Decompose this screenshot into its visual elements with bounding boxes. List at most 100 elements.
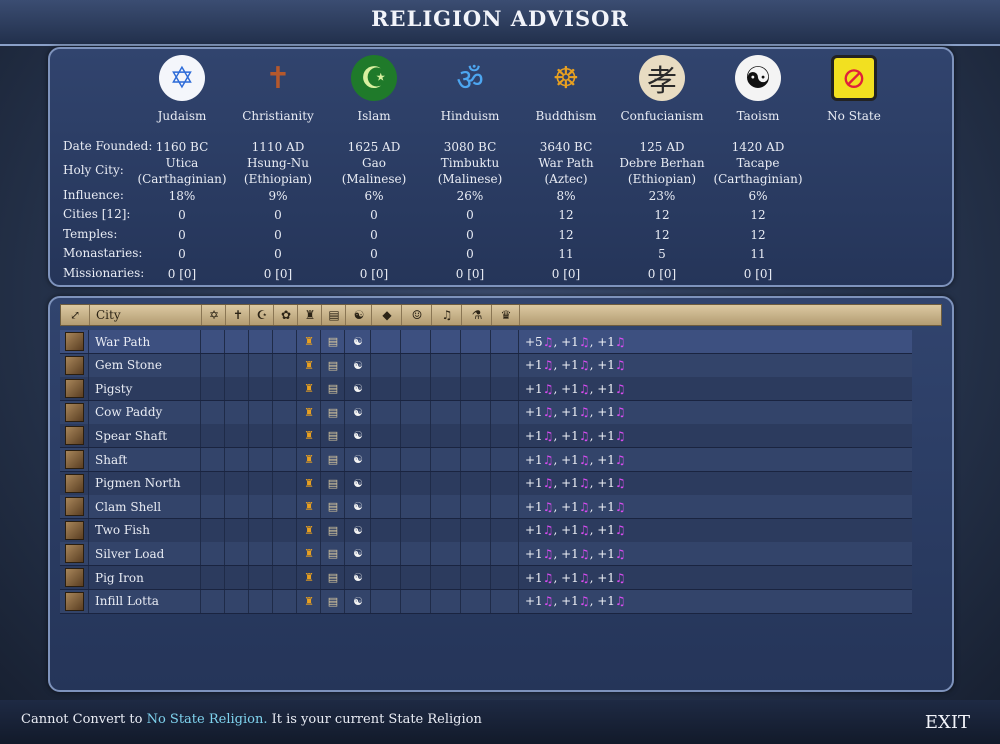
- religion-date-value: 3080 BC: [443, 140, 497, 154]
- confucianism-icon-header[interactable]: ▤: [321, 305, 346, 325]
- music-note-icon: ♫: [614, 452, 626, 467]
- city-name[interactable]: Silver Load: [88, 542, 201, 566]
- sort-icon-header[interactable]: ⤢: [61, 305, 89, 325]
- city-portrait-icon: [64, 426, 84, 446]
- footer-bar: Cannot Convert to No State Religion. It …: [0, 700, 1000, 744]
- empty-cell: [200, 518, 225, 542]
- no-state-icon[interactable]: ⊘: [831, 55, 877, 101]
- empty-cell: [248, 471, 273, 495]
- table-row[interactable]: Pig Iron ♜ ▤ ☯ +1 ♫, +1 ♫, +1 ♫: [60, 566, 912, 590]
- religion-name: Buddhism: [535, 109, 597, 123]
- city-name[interactable]: Clam Shell: [88, 495, 201, 519]
- music-note-icon: ♫: [578, 381, 590, 396]
- table-row[interactable]: Infill Lotta ♜ ▤ ☯ +1 ♫, +1 ♫, +1 ♫: [60, 589, 912, 614]
- empty-cell: [400, 495, 431, 519]
- culture-icon-header[interactable]: ◆: [371, 305, 402, 325]
- taoism-icon-header[interactable]: ☯: [345, 305, 372, 325]
- city-name[interactable]: Pig Iron: [88, 566, 201, 589]
- religion-column-6[interactable]: ☯ Taoism: [710, 55, 806, 123]
- table-row[interactable]: Clam Shell ♜ ▤ ☯ +1 ♫, +1 ♫, +1 ♫: [60, 495, 912, 520]
- city-name[interactable]: Shaft: [88, 448, 201, 471]
- city-name[interactable]: Gem Stone: [88, 353, 201, 377]
- cross-icon[interactable]: ✝: [255, 55, 301, 101]
- yin-yang-icon[interactable]: ☯: [735, 55, 781, 101]
- om-icon[interactable]: ॐ: [447, 55, 493, 101]
- taoism-building-icon: ☯: [344, 330, 371, 353]
- label-cities: Cities [12]:: [63, 207, 131, 221]
- empty-cell: [400, 589, 431, 613]
- empty-cell: [460, 518, 491, 542]
- islam-icon-header[interactable]: ☪: [249, 305, 274, 325]
- exit-button[interactable]: EXIT: [925, 712, 970, 733]
- gold-icon-header[interactable]: ♛: [491, 305, 520, 325]
- religion-temples-value: 0: [370, 228, 378, 242]
- religion-column-4[interactable]: ☸ Buddhism: [518, 55, 614, 124]
- star-of-david-icon[interactable]: ✡: [159, 55, 205, 101]
- music-note-icon: ♫: [614, 570, 626, 585]
- religion-effects: +1 ♫, +1 ♫, +1 ♫: [518, 518, 919, 542]
- empty-cell: [370, 377, 401, 401]
- religion-holy2-value: (Carthaginian): [137, 172, 227, 186]
- table-row[interactable]: Pigmen North ♜ ▤ ☯ +1 ♫, +1 ♫, +1 ♫: [60, 471, 912, 496]
- christianity-icon-header[interactable]: ✝: [225, 305, 250, 325]
- religion-name: Judaism: [157, 109, 207, 123]
- empty-cell: [248, 589, 273, 613]
- religion-holy1-value: Timbuktu: [440, 156, 500, 170]
- music-note-icon-header[interactable]: ♫: [431, 305, 462, 325]
- table-row[interactable]: Spear Shaft ♜ ▤ ☯ +1 ♫, +1 ♫, +1 ♫: [60, 424, 912, 449]
- empty-cell: [370, 542, 401, 566]
- beaker-icon-header[interactable]: ⚗: [461, 305, 492, 325]
- city-name[interactable]: Pigsty: [88, 377, 201, 401]
- religion-holy1-value: Debre Berhan: [619, 156, 705, 170]
- empty-cell: [248, 495, 273, 519]
- city-name[interactable]: Two Fish: [88, 518, 201, 542]
- religion-date-value: 1160 BC: [155, 140, 209, 154]
- religion-cities-value: 12: [558, 208, 574, 222]
- buddhism-building-icon: ♜: [296, 377, 321, 401]
- buddha-icon[interactable]: ☸: [543, 55, 589, 101]
- table-row[interactable]: Two Fish ♜ ▤ ☯ +1 ♫, +1 ♫, +1 ♫: [60, 518, 912, 543]
- religion-missionaries-value: 0 [0]: [551, 267, 581, 281]
- buddhism-icon-header[interactable]: ♜: [297, 305, 322, 325]
- confucianism-building-icon: ▤: [320, 424, 345, 448]
- religion-column-0[interactable]: ✡ Judaism: [134, 55, 230, 123]
- table-row[interactable]: Pigsty ♜ ▤ ☯ +1 ♫, +1 ♫, +1 ♫: [60, 377, 912, 402]
- music-note-icon: ♫: [542, 570, 554, 585]
- religion-cities-value: 0: [178, 208, 186, 222]
- city-name[interactable]: Pigmen North: [88, 471, 201, 495]
- religion-column-2[interactable]: ☪ Islam: [326, 55, 422, 123]
- religion-cities-value: 12: [750, 208, 766, 222]
- religion-column-7[interactable]: ⊘ No State: [806, 55, 902, 123]
- religion-missionaries-value: 0 [0]: [167, 267, 197, 281]
- confucian-glyph-icon[interactable]: 孝: [639, 55, 685, 101]
- table-row[interactable]: War Path ♜ ▤ ☯ +5 ♫, +1 ♫, +1 ♫: [60, 330, 912, 354]
- religion-column-5[interactable]: 孝 Confucianism: [614, 55, 710, 123]
- religion-date-value: 1625 AD: [347, 140, 401, 154]
- city-name[interactable]: Cow Paddy: [88, 400, 201, 424]
- city-name[interactable]: Infill Lotta: [88, 589, 201, 613]
- judaism-icon-header[interactable]: ✡: [201, 305, 226, 325]
- table-row[interactable]: Shaft ♜ ▤ ☯ +1 ♫, +1 ♫, +1 ♫: [60, 448, 912, 472]
- music-note-icon: ♫: [578, 334, 590, 349]
- hinduism-icon-header[interactable]: ✿: [273, 305, 298, 325]
- buddhism-building-icon: ♜: [296, 518, 321, 542]
- city-portrait-icon: [64, 544, 84, 564]
- city-icon: [60, 377, 88, 400]
- city-name[interactable]: War Path: [88, 330, 201, 353]
- table-row[interactable]: Cow Paddy ♜ ▤ ☯ +1 ♫, +1 ♫, +1 ♫: [60, 400, 912, 425]
- religion-name: Taoism: [736, 109, 780, 123]
- empty-cell: [224, 495, 249, 519]
- empty-cell: [224, 589, 249, 613]
- religion-effects: +1 ♫, +1 ♫, +1 ♫: [518, 353, 919, 377]
- table-row[interactable]: Gem Stone ♜ ▤ ☯ +1 ♫, +1 ♫, +1 ♫: [60, 353, 912, 378]
- city-column-header[interactable]: City: [89, 305, 208, 325]
- table-row[interactable]: Silver Load ♜ ▤ ☯ +1 ♫, +1 ♫, +1 ♫: [60, 542, 912, 567]
- empty-cell: [272, 542, 297, 566]
- religion-column-1[interactable]: ✝ Christianity: [230, 55, 326, 124]
- crescent-star-icon[interactable]: ☪: [351, 55, 397, 101]
- happy-face-icon-header[interactable]: ☺: [401, 305, 432, 325]
- city-name[interactable]: Spear Shaft: [88, 424, 201, 448]
- taoism-building-icon: ☯: [344, 566, 371, 589]
- religion-effects: +1 ♫, +1 ♫, +1 ♫: [518, 589, 919, 613]
- religion-column-3[interactable]: ॐ Hinduism: [422, 55, 518, 124]
